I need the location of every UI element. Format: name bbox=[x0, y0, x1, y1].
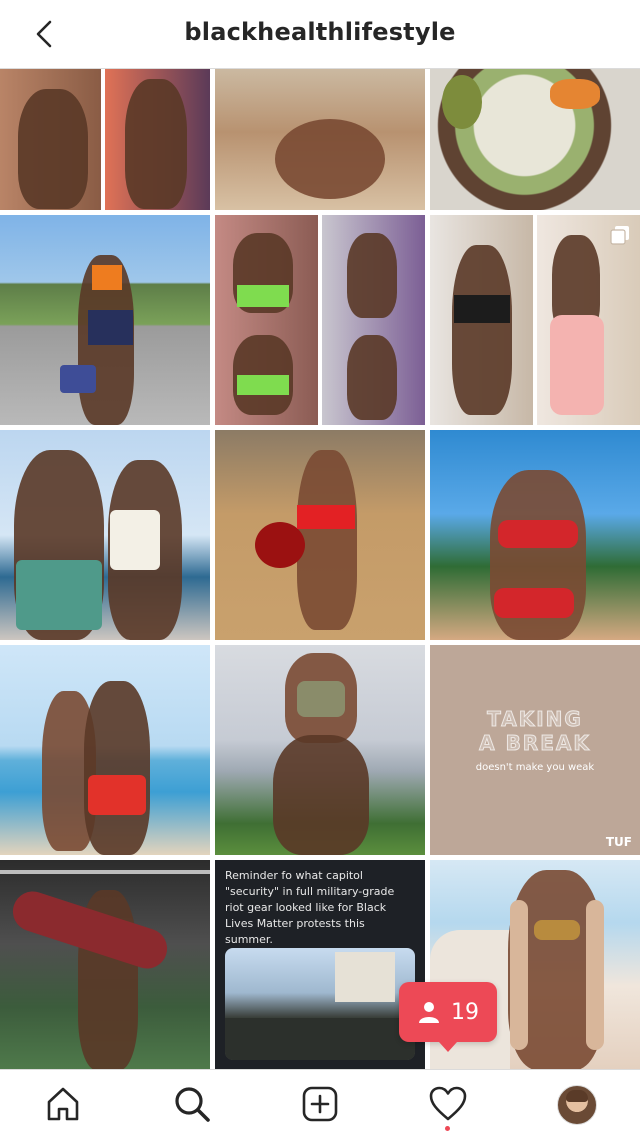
post-thumbnail[interactable] bbox=[430, 430, 640, 640]
home-icon bbox=[47, 1087, 79, 1121]
break-title-line2: A BREAK bbox=[479, 731, 591, 756]
nav-new-post-button[interactable] bbox=[300, 1084, 340, 1124]
post-thumbnail[interactable] bbox=[0, 215, 210, 425]
post-thumbnail[interactable] bbox=[215, 215, 425, 425]
follower-notification-bubble[interactable]: 19 bbox=[399, 982, 497, 1052]
post-thumbnail[interactable] bbox=[215, 430, 425, 640]
break-post-title: TAKING A BREAK bbox=[430, 707, 640, 756]
profile-username: blackhealthlifestyle bbox=[184, 18, 456, 46]
multiple-photos-icon bbox=[610, 226, 629, 245]
notification-count: 19 bbox=[451, 999, 479, 1025]
break-title-line1: TAKING bbox=[487, 707, 583, 732]
post-thumbnail[interactable] bbox=[0, 430, 210, 640]
nav-activity-button[interactable] bbox=[428, 1084, 468, 1124]
post-thumbnail[interactable] bbox=[0, 860, 210, 1069]
person-icon bbox=[419, 1002, 439, 1023]
top-bar: blackhealthlifestyle bbox=[0, 0, 640, 69]
profile-avatar[interactable] bbox=[557, 1085, 597, 1125]
post-thumbnail[interactable]: Reminder fo what capitol "security" in f… bbox=[215, 860, 425, 1069]
add-post-icon bbox=[302, 1086, 338, 1122]
profile-feed-screen: blackhealthlifestyle TAKING A BREAK does… bbox=[0, 0, 640, 1138]
heart-icon bbox=[429, 1086, 467, 1121]
post-thumbnail[interactable] bbox=[215, 645, 425, 855]
bottom-navigation bbox=[0, 1069, 640, 1138]
nav-home-button[interactable] bbox=[43, 1084, 83, 1124]
post-thumbnail[interactable] bbox=[430, 215, 640, 425]
post-thumbnail[interactable] bbox=[0, 645, 210, 855]
post-thumbnail[interactable] bbox=[215, 69, 425, 210]
post-thumbnail[interactable]: TAKING A BREAK doesn't make you weak TUF bbox=[430, 645, 640, 855]
post-thumbnail[interactable] bbox=[430, 69, 640, 210]
activity-indicator-dot bbox=[445, 1126, 450, 1131]
tweet-text: Reminder fo what capitol "security" in f… bbox=[225, 869, 395, 946]
posts-grid: TAKING A BREAK doesn't make you weak TUF… bbox=[0, 69, 640, 1069]
nav-search-button[interactable] bbox=[172, 1084, 212, 1124]
tweet-image bbox=[225, 948, 415, 1060]
break-post-subtitle: doesn't make you weak bbox=[475, 762, 595, 773]
post-thumbnail[interactable] bbox=[0, 69, 210, 210]
search-icon bbox=[175, 1087, 210, 1122]
break-post-brand: TUF bbox=[605, 835, 632, 849]
